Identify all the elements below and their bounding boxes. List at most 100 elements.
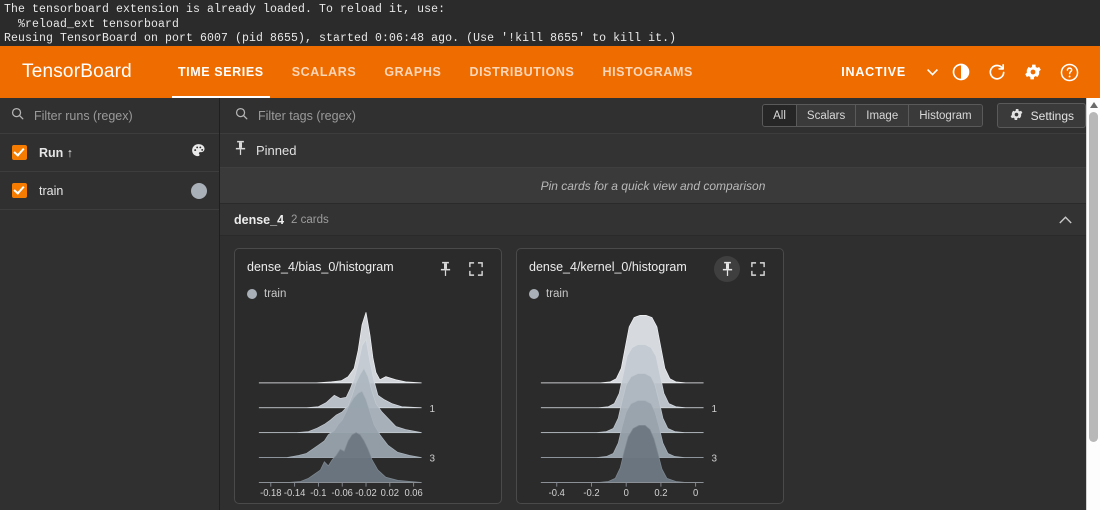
- vertical-scrollbar[interactable]: [1086, 98, 1100, 510]
- run-name-train: train: [39, 183, 64, 198]
- tab-graphs-label: GRAPHS: [384, 65, 442, 79]
- tab-distributions-label: DISTRIBUTIONS: [469, 65, 575, 79]
- svg-text:1: 1: [711, 404, 717, 415]
- main-tabs: TIME SERIES SCALARS GRAPHS DISTRIBUTIONS…: [164, 46, 707, 98]
- reload-status-label: INACTIVE: [841, 65, 906, 79]
- search-icon: [234, 106, 249, 126]
- svg-text:-0.14: -0.14: [284, 488, 306, 497]
- refresh-icon[interactable]: [980, 55, 1014, 89]
- main-content: Filter tags (regex) All Scalars Image Hi…: [220, 98, 1100, 510]
- legend-color-dot: [247, 289, 257, 299]
- pinned-empty-message: Pin cards for a quick view and compariso…: [220, 168, 1086, 204]
- pin-icon: [234, 140, 247, 161]
- svg-text:-0.06: -0.06: [331, 488, 352, 497]
- color-palette-icon[interactable]: [190, 142, 207, 164]
- tensorboard-appbar: TensorBoard TIME SERIES SCALARS GRAPHS D…: [0, 46, 1100, 98]
- card-title: dense_4/kernel_0/histogram: [529, 260, 687, 274]
- svg-text:-0.02: -0.02: [355, 488, 376, 497]
- console-line-3: Reusing TensorBoard on port 6007 (pid 86…: [4, 32, 677, 45]
- run-checkbox-train[interactable]: [12, 183, 27, 198]
- cards-scroll-area: Pinned Pin cards for a quick view and co…: [220, 134, 1086, 510]
- filter-image[interactable]: Image: [856, 105, 910, 126]
- tab-histograms-label: HISTOGRAMS: [602, 65, 693, 79]
- tab-distributions[interactable]: DISTRIBUTIONS: [455, 46, 588, 98]
- app-body: Filter runs (regex) Run ↑ train Filter t…: [0, 98, 1100, 510]
- notebook-console-output: The tensorboard extension is already loa…: [0, 0, 1100, 46]
- runs-header-row[interactable]: Run ↑: [0, 134, 219, 172]
- legend-color-dot: [529, 289, 539, 299]
- card-actions: [432, 256, 489, 282]
- pin-card-button[interactable]: [432, 256, 458, 282]
- appbar-actions: INACTIVE: [841, 55, 1100, 89]
- card-legend: train: [247, 288, 489, 300]
- pinned-section-header[interactable]: Pinned: [220, 134, 1086, 168]
- scroll-up-arrow-icon[interactable]: [1087, 98, 1100, 111]
- run-column-header: Run ↑: [39, 145, 74, 160]
- svg-text:0.02: 0.02: [381, 488, 399, 497]
- run-color-swatch-train[interactable]: [191, 182, 207, 199]
- sort-ascending-icon: ↑: [66, 145, 74, 160]
- console-line-2: %reload_ext tensorboard: [4, 17, 180, 31]
- settings-gear-icon[interactable]: [1016, 55, 1050, 89]
- card-dense4-bias0-histogram: dense_4/bias_0/histogram train 1 3 -0.18…: [234, 248, 502, 504]
- search-icon: [10, 106, 25, 126]
- card-dense4-kernel0-histogram: dense_4/kernel_0/histogram train 1 3 -0.…: [516, 248, 784, 504]
- svg-text:-0.1: -0.1: [310, 488, 326, 497]
- plugin-filter-toggle-group: All Scalars Image Histogram: [762, 104, 983, 127]
- scrollbar-thumb[interactable]: [1089, 112, 1098, 442]
- svg-text:3: 3: [711, 454, 717, 465]
- runs-sidebar: Filter runs (regex) Run ↑ train: [0, 98, 220, 510]
- tab-graphs[interactable]: GRAPHS: [370, 46, 455, 98]
- settings-button[interactable]: Settings: [996, 103, 1086, 128]
- tab-time-series-label: TIME SERIES: [177, 65, 264, 79]
- svg-text:-0.4: -0.4: [549, 488, 566, 497]
- tab-scalars[interactable]: SCALARS: [278, 46, 371, 98]
- filter-histogram[interactable]: Histogram: [909, 105, 982, 126]
- chevron-down-icon[interactable]: [922, 68, 942, 76]
- histogram-plot-bias0[interactable]: 1 3 -0.18 -0.14 -0.1 -0.06 -0.02 0.02 0.…: [247, 304, 489, 497]
- brightness-icon[interactable]: [944, 55, 978, 89]
- svg-text:-0.2: -0.2: [583, 488, 599, 497]
- pinned-title: Pinned: [256, 143, 297, 158]
- svg-text:-0.18: -0.18: [260, 488, 281, 497]
- toolbar-right: All Scalars Image Histogram Settings: [762, 103, 1090, 128]
- tensorboard-logo: TensorBoard: [22, 61, 132, 82]
- group-name: dense_4: [234, 212, 285, 227]
- pin-card-button[interactable]: [714, 256, 740, 282]
- sidebar-empty-space: [0, 210, 219, 510]
- card-title: dense_4/bias_0/histogram: [247, 260, 394, 274]
- select-all-runs-checkbox[interactable]: [12, 145, 27, 160]
- filter-scalars[interactable]: Scalars: [796, 105, 857, 126]
- card-header: dense_4/bias_0/histogram: [247, 259, 489, 282]
- legend-run-name: train: [264, 288, 287, 300]
- tab-scalars-label: SCALARS: [291, 65, 357, 79]
- fullscreen-card-button[interactable]: [745, 256, 771, 282]
- card-header: dense_4/kernel_0/histogram: [529, 256, 771, 282]
- settings-gear-icon: [1009, 107, 1024, 125]
- console-line-1: The tensorboard extension is already loa…: [4, 3, 446, 16]
- tag-filter-placeholder: Filter tags (regex): [258, 108, 356, 123]
- card-actions: [714, 256, 771, 282]
- svg-text:0: 0: [624, 488, 629, 497]
- chevron-up-icon[interactable]: [1059, 211, 1072, 229]
- tab-time-series[interactable]: TIME SERIES: [164, 46, 278, 98]
- sidebar-run-item-train[interactable]: train: [0, 172, 219, 210]
- histogram-plot-kernel0[interactable]: 1 3 -0.4 -0.2 0 0.2 0: [529, 304, 771, 497]
- card-legend: train: [529, 288, 771, 300]
- svg-text:3: 3: [429, 454, 435, 465]
- card-grid: dense_4/bias_0/histogram train 1 3 -0.18…: [220, 236, 1086, 510]
- svg-text:0.2: 0.2: [654, 488, 667, 497]
- run-filter-placeholder: Filter runs (regex): [34, 108, 133, 123]
- filter-all[interactable]: All: [763, 105, 797, 126]
- help-icon[interactable]: [1052, 55, 1086, 89]
- svg-text:0: 0: [693, 488, 698, 497]
- group-card-count: 2 cards: [291, 213, 329, 226]
- fullscreen-card-button[interactable]: [463, 256, 489, 282]
- svg-text:1: 1: [429, 404, 435, 415]
- legend-run-name: train: [546, 288, 569, 300]
- run-filter-row[interactable]: Filter runs (regex): [0, 98, 219, 134]
- settings-button-label: Settings: [1030, 108, 1074, 123]
- tab-histograms[interactable]: HISTOGRAMS: [588, 46, 707, 98]
- tag-group-header-dense4[interactable]: dense_4 2 cards: [220, 204, 1086, 236]
- svg-text:0.06: 0.06: [404, 488, 422, 497]
